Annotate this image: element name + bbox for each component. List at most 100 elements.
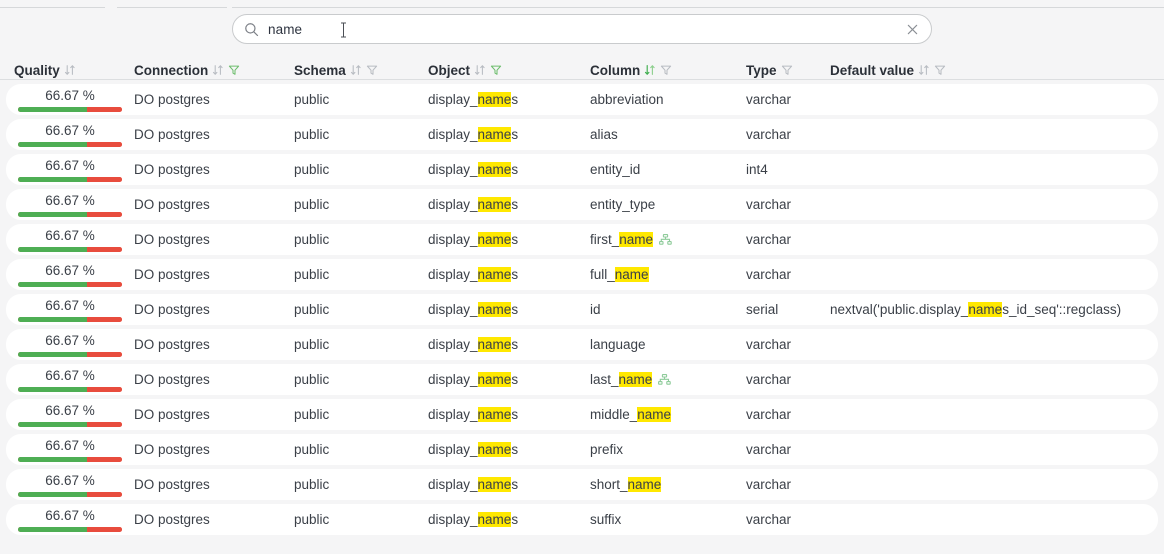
object-name-prefix: display_ <box>428 267 478 282</box>
cell-type: int4 <box>746 162 830 177</box>
column-header-type[interactable]: Type <box>746 64 830 80</box>
cell-object: display_names <box>428 232 590 247</box>
search-icon <box>244 22 259 37</box>
quality-bar <box>18 282 122 287</box>
table-row[interactable]: 66.67 %DO postgrespublicdisplay_namesfir… <box>6 224 1158 255</box>
search-input[interactable]: name <box>268 22 906 37</box>
sort-updown-icon[interactable] <box>644 64 656 76</box>
filter-funnel-icon[interactable] <box>490 64 502 76</box>
cell-type: varchar <box>746 512 830 527</box>
cell-object: display_names <box>428 442 590 457</box>
cell-object: display_names <box>428 127 590 142</box>
cell-column: first_name <box>590 232 746 247</box>
cell-column: short_name <box>590 477 746 492</box>
column-header-default-value[interactable]: Default value <box>830 64 1150 80</box>
object-name-suffix: s <box>511 127 518 142</box>
clear-search-icon[interactable] <box>906 23 919 36</box>
column-name-suffix: entity_id <box>590 162 640 177</box>
table-row[interactable]: 66.67 %DO postgrespublicdisplay_namessuf… <box>6 504 1158 535</box>
cell-connection: DO postgres <box>134 302 294 317</box>
cell-object: display_names <box>428 512 590 527</box>
cell-type: varchar <box>746 477 830 492</box>
table-row[interactable]: 66.67 %DO postgrespublicdisplay_namesids… <box>6 294 1158 325</box>
table-row[interactable]: 66.67 %DO postgrespublicdisplay_namespre… <box>6 434 1158 465</box>
quality-gauge: 66.67 % <box>18 297 122 323</box>
object-name-prefix: display_ <box>428 372 478 387</box>
object-name-highlight: name <box>478 407 512 422</box>
sort-updown-icon[interactable] <box>350 64 362 76</box>
quality-percent-label: 66.67 % <box>18 123 122 138</box>
quality-gauge: 66.67 % <box>18 437 122 463</box>
table-row[interactable]: 66.67 %DO postgrespublicdisplay_namesful… <box>6 259 1158 290</box>
column-header-schema[interactable]: Schema <box>294 64 428 80</box>
object-name-highlight: name <box>478 337 512 352</box>
object-name-suffix: s <box>511 372 518 387</box>
cell-schema: public <box>294 407 428 422</box>
quality-bar-good-segment <box>18 317 87 322</box>
column-header-label: Schema <box>294 64 346 78</box>
table-row[interactable]: 66.67 %DO postgrespublicdisplay_namesali… <box>6 119 1158 150</box>
filter-funnel-icon[interactable] <box>934 64 946 76</box>
object-name-prefix: display_ <box>428 407 478 422</box>
cell-column: middle_name <box>590 407 746 422</box>
relation-graph-icon <box>658 374 671 385</box>
quality-bar <box>18 107 122 112</box>
column-header-column[interactable]: Column <box>590 64 746 80</box>
cell-schema: public <box>294 337 428 352</box>
column-name-suffix: suffix <box>590 512 621 527</box>
column-name-prefix: short_ <box>590 477 628 492</box>
object-name-highlight: name <box>478 442 512 457</box>
table-row[interactable]: 66.67 %DO postgrespublicdisplay_namesmid… <box>6 399 1158 430</box>
cell-schema: public <box>294 267 428 282</box>
quality-percent-label: 66.67 % <box>18 88 122 103</box>
column-name-highlight: name <box>615 267 649 282</box>
cell-quality: 66.67 % <box>14 472 134 498</box>
column-header-label: Type <box>746 64 777 78</box>
column-name-prefix: first_ <box>590 232 619 247</box>
cell-connection: DO postgres <box>134 477 294 492</box>
object-name-highlight: name <box>478 372 512 387</box>
quality-bar-good-segment <box>18 107 87 112</box>
quality-gauge: 66.67 % <box>18 262 122 288</box>
cell-quality: 66.67 % <box>14 192 134 218</box>
table-row[interactable]: 66.67 %DO postgrespublicdisplay_namesabb… <box>6 84 1158 115</box>
filter-funnel-icon[interactable] <box>366 64 378 76</box>
search-box[interactable]: name <box>232 14 932 44</box>
cell-type: varchar <box>746 197 830 212</box>
object-name-prefix: display_ <box>428 127 478 142</box>
column-header-connection[interactable]: Connection <box>134 64 294 80</box>
sort-updown-icon[interactable] <box>212 64 224 76</box>
object-name-prefix: display_ <box>428 162 478 177</box>
sort-updown-icon[interactable] <box>474 64 486 76</box>
quality-percent-label: 66.67 % <box>18 333 122 348</box>
table-row[interactable]: 66.67 %DO postgrespublicdisplay_namesent… <box>6 189 1158 220</box>
table-row[interactable]: 66.67 %DO postgrespublicdisplay_nameslan… <box>6 329 1158 360</box>
sort-updown-icon[interactable] <box>64 64 76 76</box>
cell-column: language <box>590 337 746 352</box>
table-row[interactable]: 66.67 %DO postgrespublicdisplay_namessho… <box>6 469 1158 500</box>
object-name-suffix: s <box>511 442 518 457</box>
quality-gauge: 66.67 % <box>18 122 122 148</box>
filter-funnel-icon[interactable] <box>228 64 240 76</box>
quality-bar-good-segment <box>18 422 87 427</box>
quality-gauge: 66.67 % <box>18 332 122 358</box>
sort-updown-icon[interactable] <box>918 64 930 76</box>
search-bar-container: name <box>0 8 1164 50</box>
quality-bar-bad-segment <box>87 107 122 112</box>
object-name-highlight: name <box>478 302 512 317</box>
column-header-quality[interactable]: Quality <box>14 64 134 80</box>
object-name-suffix: s <box>511 232 518 247</box>
quality-bar <box>18 422 122 427</box>
quality-percent-label: 66.67 % <box>18 473 122 488</box>
table-row[interactable]: 66.67 %DO postgrespublicdisplay_namesent… <box>6 154 1158 185</box>
quality-bar <box>18 247 122 252</box>
quality-gauge: 66.67 % <box>18 192 122 218</box>
cell-quality: 66.67 % <box>14 437 134 463</box>
filter-funnel-icon[interactable] <box>660 64 672 76</box>
column-header-object[interactable]: Object <box>428 64 590 80</box>
table-row[interactable]: 66.67 %DO postgrespublicdisplay_nameslas… <box>6 364 1158 395</box>
object-name-highlight: name <box>478 267 512 282</box>
tab-edge-left <box>0 7 105 8</box>
quality-bar-bad-segment <box>87 527 122 532</box>
filter-funnel-icon[interactable] <box>781 64 793 76</box>
